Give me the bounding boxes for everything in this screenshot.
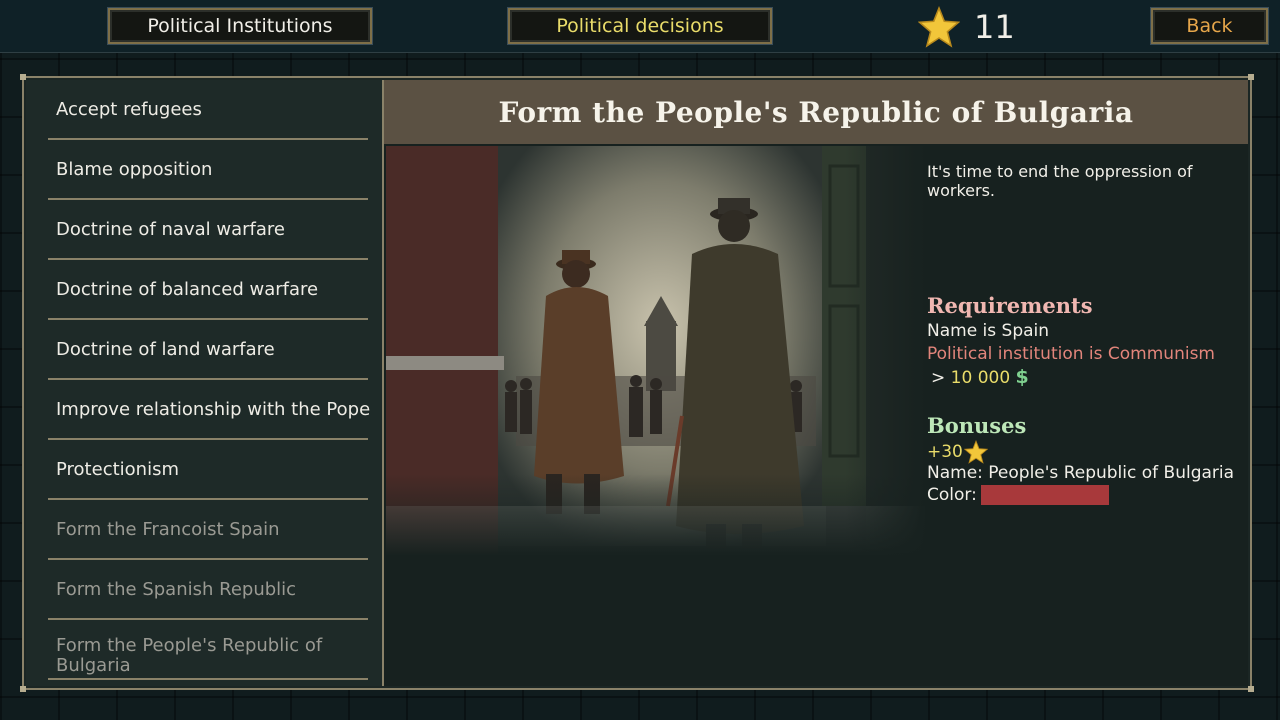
bonus-stars-value: +30 xyxy=(927,442,963,462)
frame-corner xyxy=(1248,686,1254,692)
decision-title-bar: Form the People's Republic of Bulgaria xyxy=(384,80,1248,144)
decision-item-spanish-republic[interactable]: Form the Spanish Republic xyxy=(48,560,368,620)
star-icon xyxy=(918,6,960,48)
decision-item-naval-doctrine[interactable]: Doctrine of naval warfare xyxy=(48,200,368,260)
decision-list: Accept refugees Blame opposition Doctrin… xyxy=(26,80,384,686)
star-icon xyxy=(963,440,988,464)
two-soldiers-in-greatcoats-illustration xyxy=(386,146,926,556)
color-swatch xyxy=(980,485,1109,505)
decision-item-balanced-doctrine[interactable]: Doctrine of balanced warfare xyxy=(48,260,368,320)
dollar-icon: $ xyxy=(1015,366,1029,388)
requirement-money: > 10 000 $ xyxy=(931,366,1029,388)
decision-description: It's time to end the oppression of worke… xyxy=(927,162,1193,200)
money-amount: 10 000 xyxy=(950,368,1011,388)
decision-item-pope-relationship[interactable]: Improve relationship with the Pope xyxy=(48,380,370,440)
political-institutions-label: Political Institutions xyxy=(147,15,333,37)
frame-corner xyxy=(1248,74,1254,80)
star-count: 11 xyxy=(974,8,1015,46)
political-decisions-label: Political decisions xyxy=(556,15,724,37)
requirement-institution: Political institution is Communism xyxy=(927,344,1215,364)
decision-item-accept-refugees[interactable]: Accept refugees xyxy=(48,80,368,140)
decision-item-francoist-spain[interactable]: Form the Francoist Spain xyxy=(48,500,368,560)
decision-item-peoples-republic-bulgaria[interactable]: Form the People's Republic of Bulgaria xyxy=(48,620,368,680)
political-institutions-button[interactable]: Political Institutions xyxy=(108,8,372,44)
money-prefix: > xyxy=(931,368,946,388)
political-decisions-button[interactable]: Political decisions xyxy=(508,8,772,44)
decision-item-land-doctrine[interactable]: Doctrine of land warfare xyxy=(48,320,368,380)
back-label: Back xyxy=(1186,15,1233,37)
decision-item-protectionism[interactable]: Protectionism xyxy=(48,440,368,500)
top-bar: Political Institutions Political decisio… xyxy=(0,0,1280,53)
bonus-stars: +30 xyxy=(927,440,988,464)
bonus-color: Color: xyxy=(927,485,1109,505)
decisions-panel: Accept refugees Blame opposition Doctrin… xyxy=(20,74,1254,692)
star-counter: 11 xyxy=(918,6,1015,48)
requirement-name: Name is Spain xyxy=(927,321,1050,341)
frame-corner xyxy=(20,686,26,692)
bonus-name: Name: People's Republic of Bulgaria xyxy=(927,463,1235,483)
bonus-color-label: Color: xyxy=(927,485,977,505)
decision-item-blame-opposition[interactable]: Blame opposition xyxy=(48,140,368,200)
decision-detail: Form the People's Republic of Bulgaria I… xyxy=(384,80,1248,686)
requirements-heading: Requirements xyxy=(927,293,1093,318)
decision-title: Form the People's Republic of Bulgaria xyxy=(498,95,1134,129)
back-button[interactable]: Back xyxy=(1151,8,1268,44)
bonuses-heading: Bonuses xyxy=(927,413,1027,438)
